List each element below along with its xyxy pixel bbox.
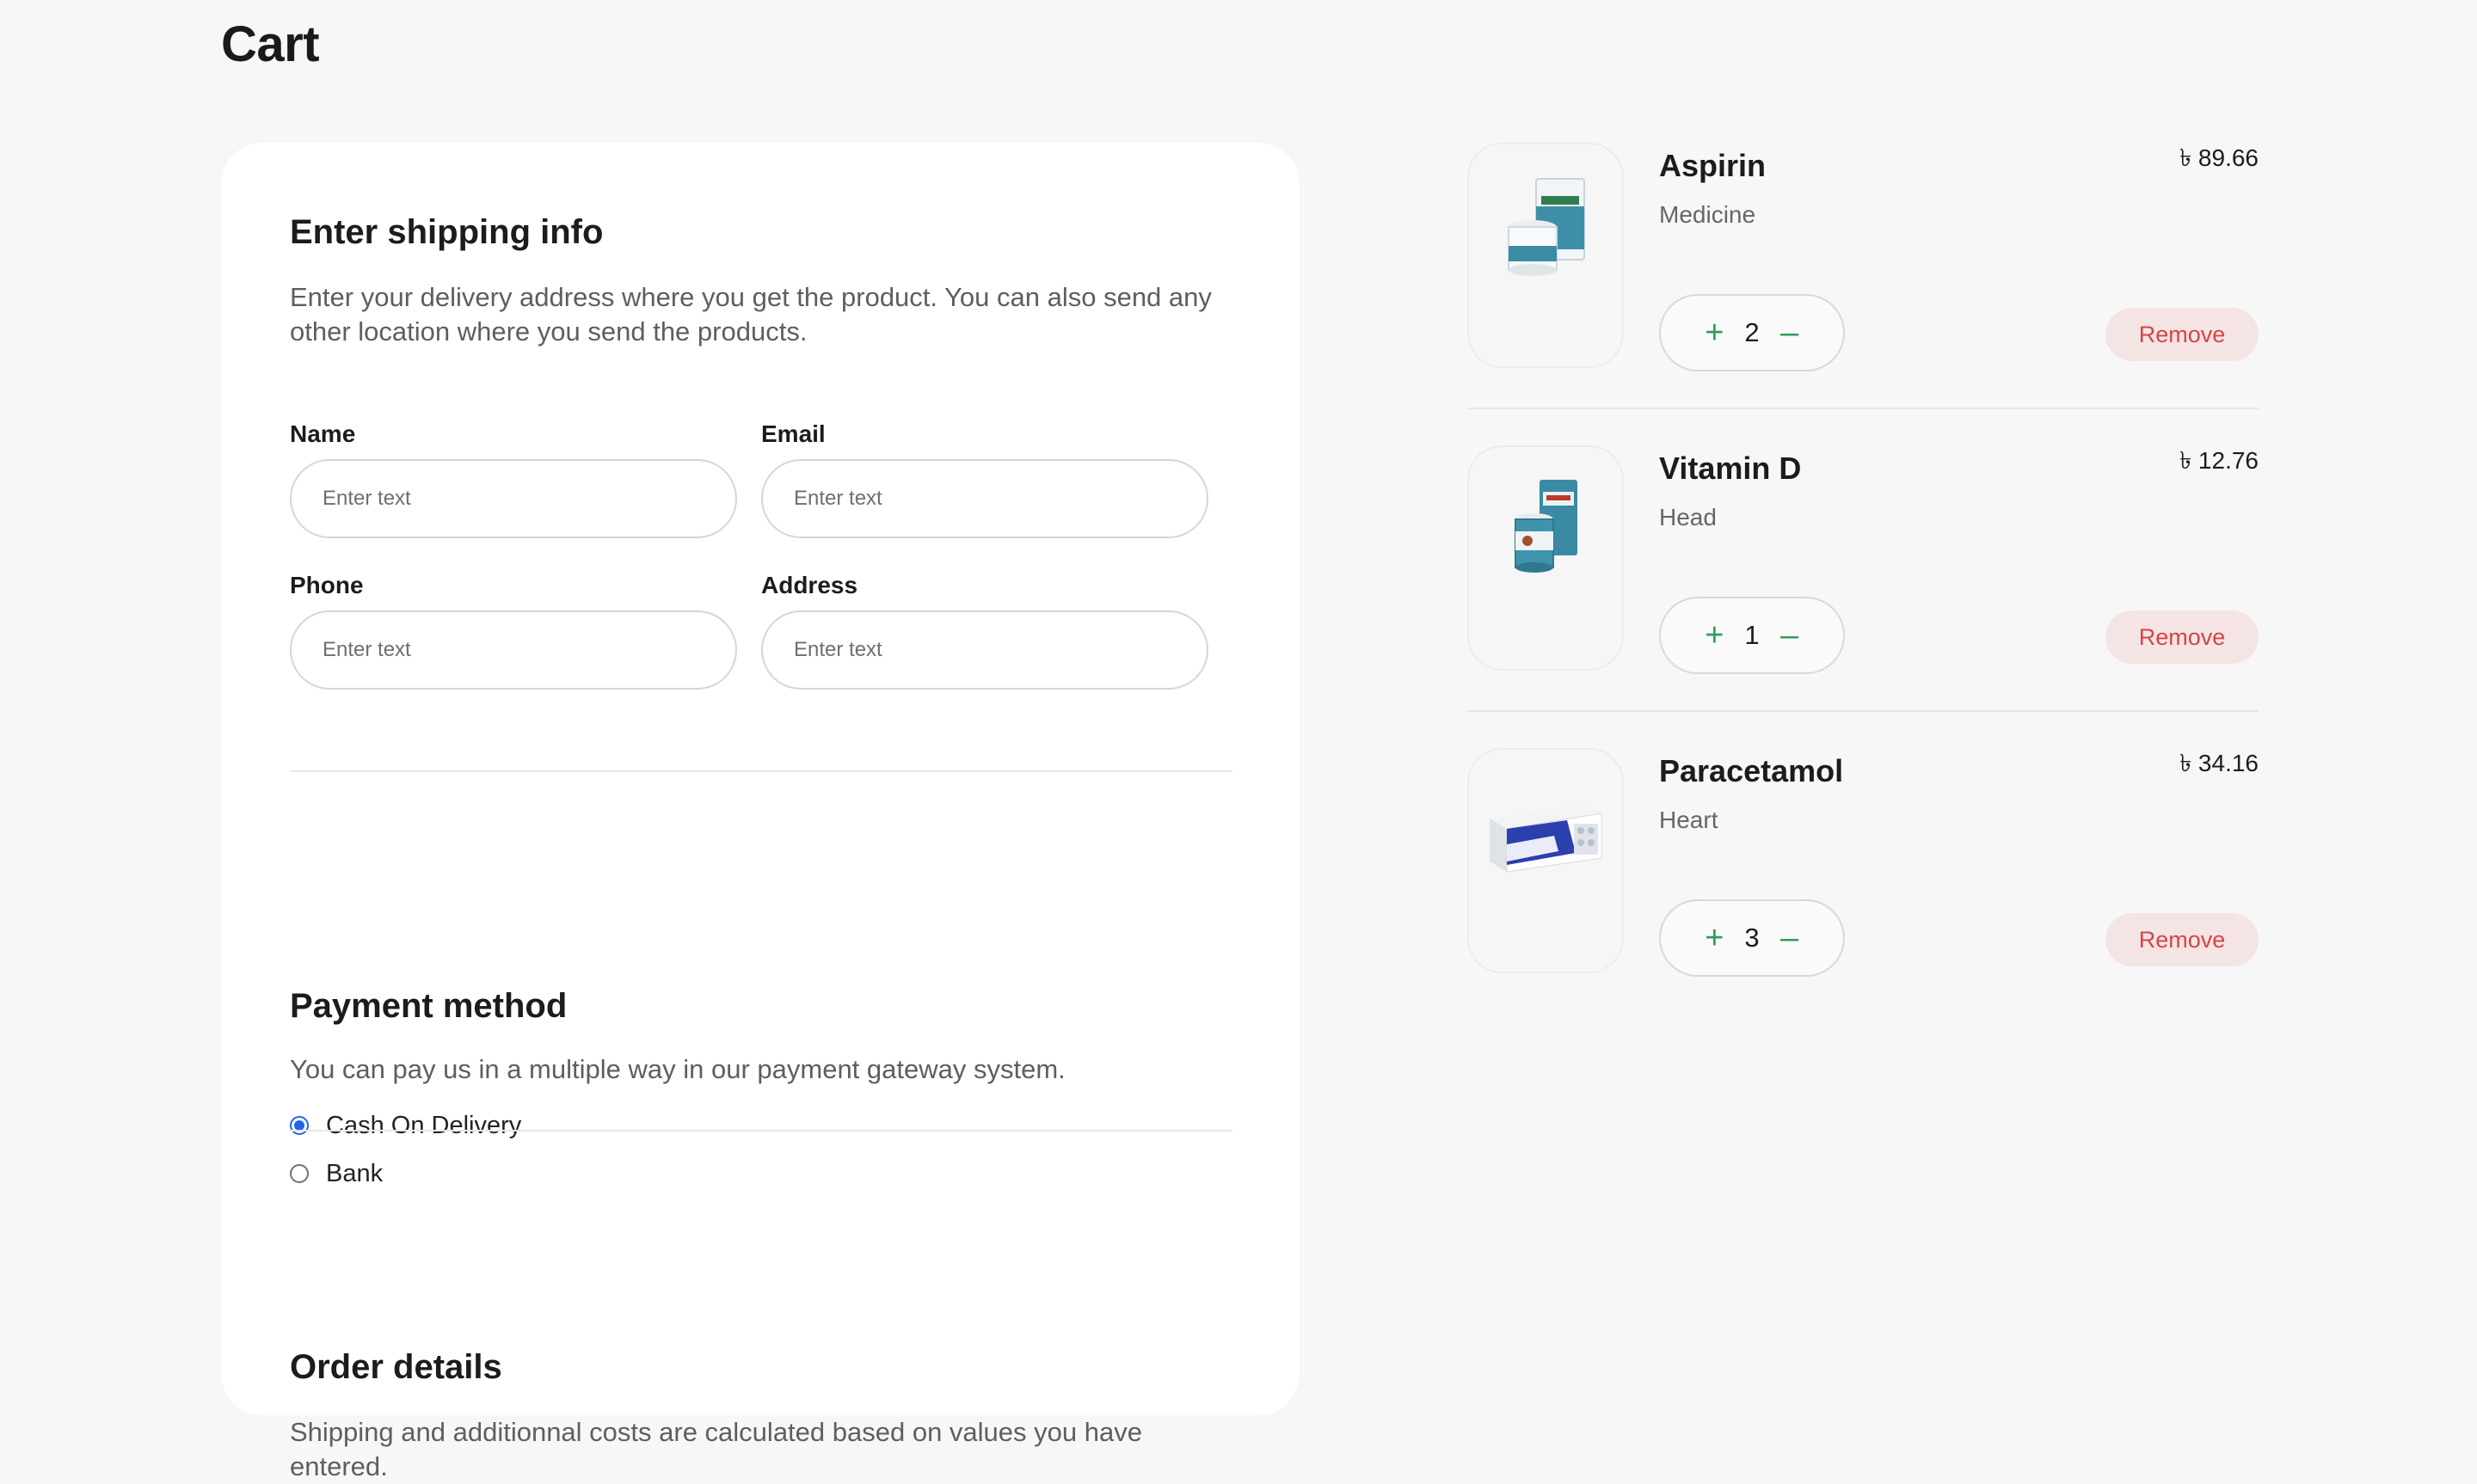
aspirin-product-image xyxy=(1467,143,1624,368)
phone-field-group: Phone xyxy=(290,571,737,690)
email-field-group: Email xyxy=(761,420,1208,538)
order-heading: Order details xyxy=(290,1348,502,1386)
address-label: Address xyxy=(761,572,858,598)
payment-option-bank[interactable]: Bank xyxy=(290,1157,1236,1190)
quantity-stepper: + 2 – xyxy=(1659,294,1845,371)
phone-input[interactable] xyxy=(290,610,737,690)
remove-button[interactable]: Remove xyxy=(2105,913,2259,966)
quantity-stepper: + 1 – xyxy=(1659,597,1845,674)
item-category: Head xyxy=(1659,504,1717,530)
item-price: ৳ 12.76 xyxy=(2179,447,2259,474)
cart-item: Paracetamol Heart ৳ 34.16 + 3 – Remove xyxy=(1467,748,2259,1051)
payment-section: Payment method You can pay us in a multi… xyxy=(290,984,1236,1190)
page-title: Cart xyxy=(221,16,320,72)
radio-selected-icon[interactable] xyxy=(290,1116,309,1135)
address-field-group: Address xyxy=(761,571,1208,690)
item-price: ৳ 89.66 xyxy=(2179,144,2259,171)
quantity-value: 2 xyxy=(1744,317,1760,347)
item-name: Paracetamol xyxy=(1659,753,1844,788)
name-label: Name xyxy=(290,420,356,447)
address-input[interactable] xyxy=(761,610,1208,690)
minus-icon[interactable]: – xyxy=(1779,316,1801,349)
payment-option-cash-on-delivery[interactable]: Cash On Delivery xyxy=(290,1109,1236,1142)
name-input[interactable] xyxy=(290,459,737,538)
item-divider xyxy=(1467,408,2259,409)
cart-item: Vitamin D Head ৳ 12.76 + 1 – Remove xyxy=(1467,445,2259,748)
name-field-group: Name xyxy=(290,420,737,538)
section-divider xyxy=(290,1130,1232,1131)
item-name: Vitamin D xyxy=(1659,451,1802,486)
payment-option-label: Bank xyxy=(326,1159,384,1187)
order-section: Order details Shipping and additionnal c… xyxy=(290,1345,1236,1484)
quantity-value: 1 xyxy=(1744,620,1760,650)
phone-label: Phone xyxy=(290,572,364,598)
payment-heading: Payment method xyxy=(290,987,568,1025)
cart-items-list: Aspirin Medicine ৳ 89.66 + 2 – Remove Vi… xyxy=(1467,143,2259,1051)
item-divider xyxy=(1467,710,2259,712)
item-price: ৳ 34.16 xyxy=(2179,750,2259,776)
shipping-heading: Enter shipping info xyxy=(290,213,604,251)
plus-icon[interactable]: + xyxy=(1703,922,1725,954)
quantity-value: 3 xyxy=(1744,923,1760,953)
remove-button[interactable]: Remove xyxy=(2105,308,2259,361)
plus-icon[interactable]: + xyxy=(1703,619,1725,652)
vitamin-d-product-image xyxy=(1467,445,1624,671)
payment-description: You can pay us in a multiple way in our … xyxy=(290,1054,1066,1084)
section-divider xyxy=(290,770,1232,772)
remove-button[interactable]: Remove xyxy=(2105,610,2259,664)
item-category: Heart xyxy=(1659,806,1718,833)
payment-option-label: Cash On Delivery xyxy=(326,1111,522,1139)
plus-icon[interactable]: + xyxy=(1703,316,1725,349)
shipping-description: Enter your delivery address where you ge… xyxy=(290,282,1212,346)
shipping-form: Name Email Phone Address xyxy=(290,420,1210,690)
radio-unselected-icon[interactable] xyxy=(290,1164,309,1183)
order-description: Shipping and additionnal costs are calcu… xyxy=(290,1417,1142,1481)
email-input[interactable] xyxy=(761,459,1208,538)
quantity-stepper: + 3 – xyxy=(1659,899,1845,977)
checkout-card: Enter shipping info Enter your delivery … xyxy=(221,143,1300,1481)
cart-item: Aspirin Medicine ৳ 89.66 + 2 – Remove xyxy=(1467,143,2259,445)
minus-icon[interactable]: – xyxy=(1779,922,1801,954)
minus-icon[interactable]: – xyxy=(1779,619,1801,652)
email-label: Email xyxy=(761,420,826,447)
item-category: Medicine xyxy=(1659,201,1756,228)
item-name: Aspirin xyxy=(1659,148,1767,183)
paracetamol-product-image xyxy=(1467,748,1624,973)
shipping-section: Enter shipping info Enter your delivery … xyxy=(290,210,1236,349)
